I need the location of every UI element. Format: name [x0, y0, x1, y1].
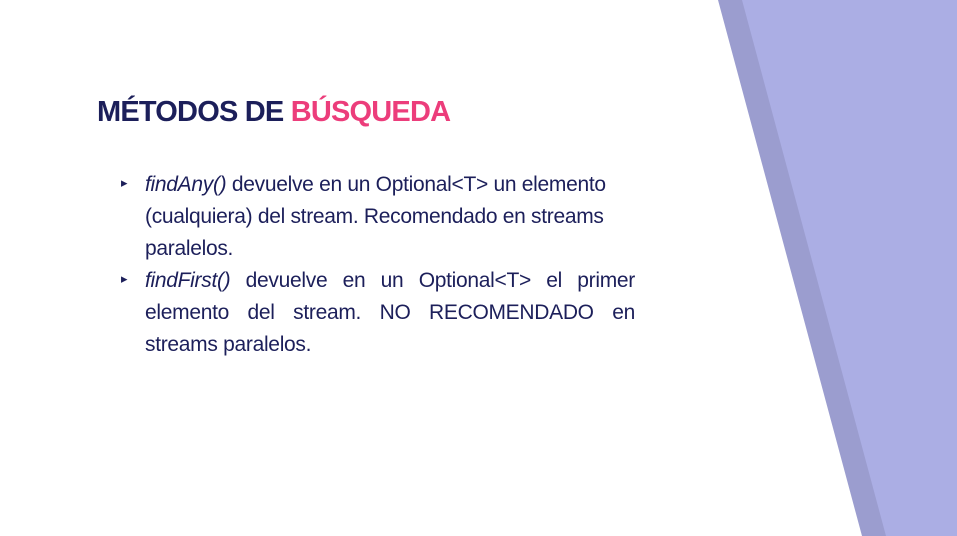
title-accent: BÚSQUEDA — [290, 96, 451, 128]
slide: MÉTODOS DE BÚSQUEDA ▸ findAny() devuelve … — [0, 0, 957, 536]
title-main: MÉTODOS DE — [97, 96, 284, 128]
method-name: findAny() — [145, 173, 227, 196]
bullet-list: ▸ findAny() devuelve en un Optional<T> un… — [121, 169, 635, 361]
bullet-arrow-icon: ▸ — [121, 271, 128, 286]
slide-title: MÉTODOS DE BÚSQUEDA — [97, 96, 451, 129]
method-name: findFirst() — [145, 269, 231, 292]
bullet-arrow-icon: ▸ — [121, 175, 128, 190]
bullet-item-find-any: ▸ findAny() devuelve en un Optional<T> un… — [121, 169, 635, 265]
bullet-item-find-first: ▸ findFirst() devuelve en un Optional<T> … — [121, 265, 635, 361]
